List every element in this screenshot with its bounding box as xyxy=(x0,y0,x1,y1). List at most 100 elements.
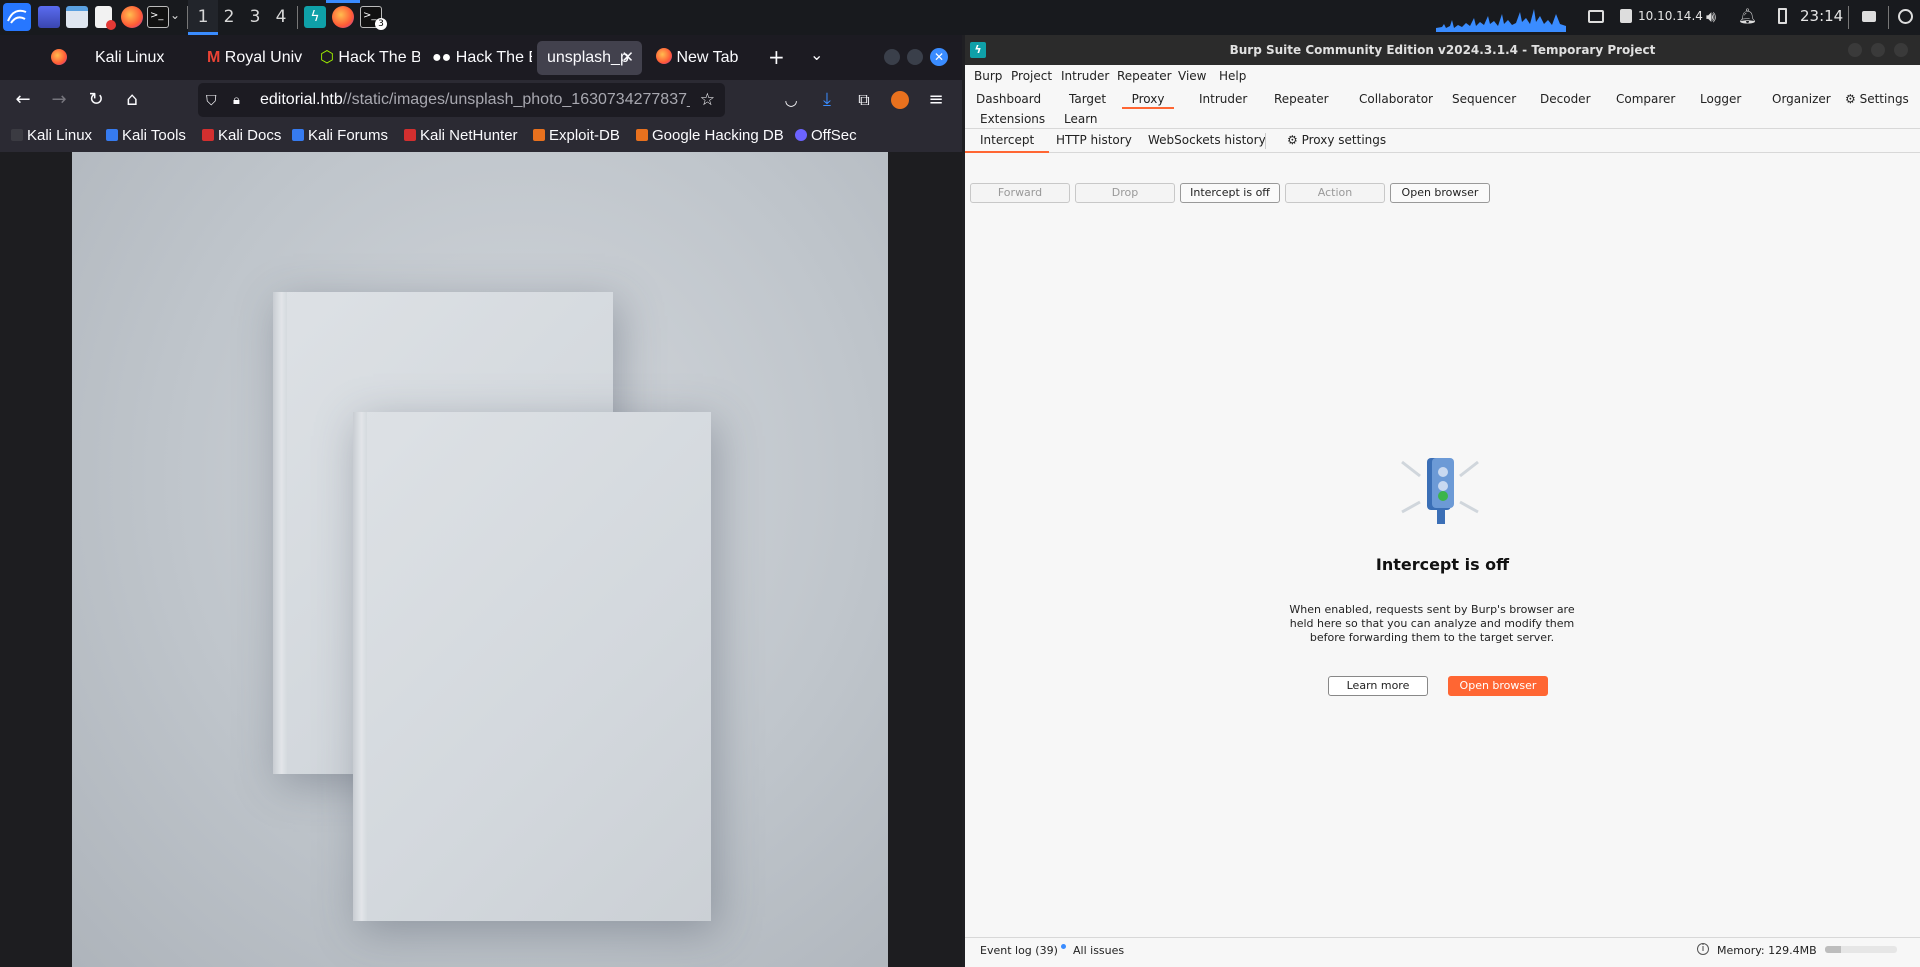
tab-learn[interactable]: Learn xyxy=(1064,109,1098,129)
maximize-icon[interactable] xyxy=(1871,43,1885,57)
tab-label: Proxy settings xyxy=(1301,133,1387,147)
subtab-http-history[interactable]: HTTP history xyxy=(1056,129,1132,153)
terminal-icon[interactable]: >_ xyxy=(147,6,169,28)
lock-icon[interactable] xyxy=(1862,11,1876,22)
volume-icon[interactable]: 🔊︎ xyxy=(1706,7,1716,27)
burp-icon[interactable]: ϟ xyxy=(304,6,326,28)
firefox-icon[interactable] xyxy=(332,6,354,28)
vpn-lock-icon[interactable] xyxy=(1620,9,1632,23)
bookmark-google-hacking-db[interactable]: Google Hacking DB xyxy=(636,126,784,146)
bookmark-kali-tools[interactable]: Kali Tools xyxy=(106,126,186,146)
tab-label: Royal Univ xyxy=(224,49,303,66)
close-window-icon[interactable] xyxy=(1894,43,1908,57)
event-log-link[interactable]: Event log (39) xyxy=(980,944,1067,957)
menu-burp[interactable]: Burp xyxy=(974,69,1002,83)
bookmark-kali-linux[interactable]: Kali Linux xyxy=(11,126,92,146)
kali-docs-icon xyxy=(202,129,214,141)
tab-comparer[interactable]: Comparer xyxy=(1616,89,1675,109)
workspace-4[interactable]: 4 xyxy=(266,0,296,35)
all-issues-link[interactable]: All issues xyxy=(1073,944,1124,957)
chevron-down-icon[interactable]: ⌄ xyxy=(170,8,180,22)
desktop-icon[interactable] xyxy=(38,6,60,28)
forward-button[interactable]: Forward xyxy=(970,183,1070,203)
traffic-light-icon xyxy=(1401,458,1479,524)
tab-intruder[interactable]: Intruder xyxy=(1199,89,1247,109)
menu-view[interactable]: View xyxy=(1178,69,1206,83)
new-tab-icon[interactable]: + xyxy=(768,45,785,69)
menu-help[interactable]: Help xyxy=(1219,69,1246,83)
network-icon[interactable] xyxy=(1588,10,1604,23)
bookmark-kali-docs[interactable]: Kali Docs xyxy=(202,126,281,146)
tab-sequencer[interactable]: Sequencer xyxy=(1452,89,1516,109)
browser-tab[interactable]: ●● Hack The B xyxy=(432,41,532,75)
exploit-db-icon xyxy=(533,129,545,141)
minimize-icon[interactable] xyxy=(1848,43,1862,57)
bookmarks-toolbar: Kali Linux Kali Tools Kali Docs Kali For… xyxy=(0,120,962,152)
tab-proxy[interactable]: Proxy xyxy=(1122,89,1174,109)
tab-collaborator[interactable]: Collaborator xyxy=(1359,89,1433,109)
menu-intruder[interactable]: Intruder xyxy=(1061,69,1109,83)
info-icon[interactable]: i xyxy=(1697,943,1709,955)
drop-button[interactable]: Drop xyxy=(1075,183,1175,203)
unsplash-photo[interactable] xyxy=(72,152,888,967)
url-bar[interactable]: ⛉ 🔒︎ editorial.htb//static/images/unspla… xyxy=(198,83,725,117)
tab-repeater[interactable]: Repeater xyxy=(1274,89,1329,109)
open-browser-primary-button[interactable]: Open browser xyxy=(1448,676,1548,696)
bookmark-kali-forums[interactable]: Kali Forums xyxy=(292,126,388,146)
subtab-proxy-settings[interactable]: ⚙ Proxy settings xyxy=(1287,129,1386,153)
tab-organizer[interactable]: Organizer xyxy=(1772,89,1831,109)
bell-icon[interactable]: 🔔︎ xyxy=(1738,7,1757,25)
learn-more-button[interactable]: Learn more xyxy=(1328,676,1428,696)
extensions-icon[interactable]: ⧉ xyxy=(850,86,878,114)
tab-decoder[interactable]: Decoder xyxy=(1540,89,1591,109)
event-log-label: Event log (39) xyxy=(980,944,1058,957)
downloads-icon[interactable]: ⤓ xyxy=(813,86,841,114)
ghdb-icon xyxy=(636,129,648,141)
foxyproxy-icon[interactable] xyxy=(886,86,914,114)
battery-icon[interactable] xyxy=(1778,8,1787,24)
file-manager-icon[interactable] xyxy=(66,6,88,28)
intercept-toggle-button[interactable]: Intercept is off xyxy=(1180,183,1280,203)
subtab-websockets-history[interactable]: WebSockets history xyxy=(1148,129,1266,153)
tab-list-chevron-icon[interactable]: ⌄ xyxy=(810,45,823,64)
close-window-icon[interactable]: ✕ xyxy=(930,48,948,66)
action-button[interactable]: Action xyxy=(1285,183,1385,203)
forward-icon[interactable]: → xyxy=(45,86,73,114)
text-editor-icon[interactable] xyxy=(95,6,116,30)
menu-repeater[interactable]: Repeater xyxy=(1117,69,1172,83)
open-browser-button[interactable]: Open browser xyxy=(1390,183,1490,203)
power-icon[interactable] xyxy=(1898,9,1913,24)
bookmark-offsec[interactable]: OffSec xyxy=(795,126,857,146)
bookmark-kali-nethunter[interactable]: Kali NetHunter xyxy=(404,126,518,146)
browser-tab[interactable]: Kali Linux xyxy=(95,41,195,75)
kali-menu-icon[interactable] xyxy=(3,3,31,31)
maximize-icon[interactable] xyxy=(907,49,923,65)
tab-logger[interactable]: Logger xyxy=(1700,89,1741,109)
browser-tab[interactable]: New Tab xyxy=(656,41,756,75)
bookmark-label: Google Hacking DB xyxy=(652,127,784,144)
page-info-icon[interactable]: 🔒︎ xyxy=(233,83,240,117)
firefox-icon[interactable] xyxy=(121,6,143,28)
tab-settings[interactable]: ⚙ Settings xyxy=(1845,89,1909,109)
bookmark-exploit-db[interactable]: Exploit-DB xyxy=(533,126,620,146)
browser-tab[interactable]: M Royal Univ xyxy=(207,41,307,75)
bookmark-star-icon[interactable]: ☆ xyxy=(700,83,715,117)
subtab-intercept[interactable]: Intercept xyxy=(965,129,1050,153)
hamburger-menu-icon[interactable]: ≡ xyxy=(922,86,950,114)
clock[interactable]: 23:14 xyxy=(1800,7,1843,25)
tab-target[interactable]: Target xyxy=(1069,89,1106,109)
close-tab-icon[interactable]: ✕ xyxy=(621,41,634,75)
pocket-icon[interactable]: ◡ xyxy=(777,86,805,114)
back-icon[interactable]: ← xyxy=(9,86,37,114)
shield-icon[interactable]: ⛉ xyxy=(206,83,217,117)
home-icon[interactable]: ⌂ xyxy=(118,86,146,114)
reload-icon[interactable]: ↻ xyxy=(82,86,110,114)
firefox-view-icon[interactable] xyxy=(51,49,67,65)
browser-tab[interactable]: ⬡ Hack The B xyxy=(320,41,420,75)
menu-project[interactable]: Project xyxy=(1011,69,1052,83)
tab-dashboard[interactable]: Dashboard xyxy=(976,89,1041,109)
nethunter-icon xyxy=(404,129,416,141)
minimize-icon[interactable] xyxy=(884,49,900,65)
browser-tab-active[interactable]: unsplash_p ✕ xyxy=(537,41,642,75)
tab-extensions[interactable]: Extensions xyxy=(980,109,1045,129)
